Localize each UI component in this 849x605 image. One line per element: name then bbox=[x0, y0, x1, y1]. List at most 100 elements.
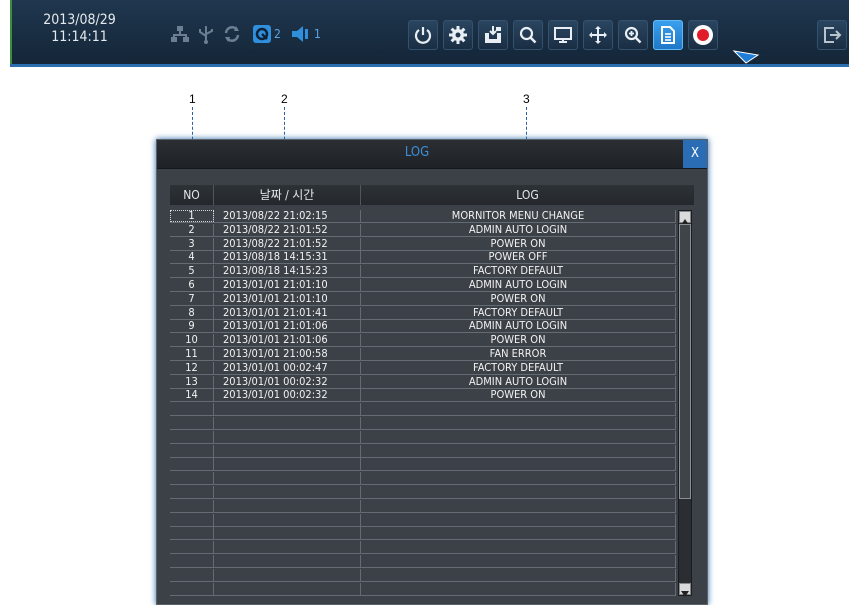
table-row[interactable]: 2 2013/08/22 21:01:52 ADMIN AUTO LOGIN bbox=[170, 223, 676, 237]
column-header-datetime[interactable]: 날짜 / 시간 bbox=[214, 185, 361, 205]
hdd-status: 2 bbox=[252, 24, 281, 44]
table-row[interactable]: 4 2013/08/18 14:15:31 POWER OFF bbox=[170, 251, 676, 265]
cell-log bbox=[361, 555, 676, 567]
monitor-icon bbox=[554, 27, 572, 43]
callout-2: 2 bbox=[281, 92, 288, 106]
mouse-cursor-icon bbox=[732, 50, 760, 64]
scrollbar-thumb[interactable] bbox=[679, 224, 691, 499]
cell-log bbox=[361, 499, 676, 512]
cell-no bbox=[170, 499, 214, 512]
cell-log: POWER OFF bbox=[361, 251, 676, 264]
cell-no bbox=[170, 458, 214, 471]
cell-no bbox=[170, 568, 214, 581]
cell-no bbox=[170, 472, 214, 485]
cell-log bbox=[361, 417, 676, 429]
cell-no: 14 bbox=[170, 389, 214, 402]
table-body: 1 2013/08/22 21:02:15 MORNITOR MENU CHANGE… bbox=[170, 210, 676, 596]
table-row[interactable]: 12 2013/01/01 00:02:47 FACTORY DEFAULT bbox=[170, 361, 676, 375]
table-row[interactable]: 9 2013/01/01 21:01:06 ADMIN AUTO LOGIN bbox=[170, 320, 676, 334]
dialog-titlebar[interactable]: LOG X bbox=[157, 140, 707, 169]
power-icon bbox=[414, 27, 432, 44]
move-icon bbox=[589, 26, 607, 44]
cell-no: 3 bbox=[170, 237, 214, 250]
cell-log: POWER ON bbox=[361, 334, 676, 347]
usb-icon bbox=[196, 24, 216, 44]
save-button[interactable] bbox=[478, 20, 508, 50]
cell-datetime: 2013/01/01 21:01:41 bbox=[214, 306, 361, 319]
table-row[interactable]: 11 2013/01/01 21:00:58 FAN ERROR bbox=[170, 348, 676, 361]
zoom-button[interactable] bbox=[618, 20, 648, 50]
table-row[interactable]: 10 2013/01/01 21:01:06 POWER ON bbox=[170, 334, 676, 348]
monitor-button[interactable] bbox=[548, 20, 578, 50]
cell-datetime: 2013/01/01 21:01:06 bbox=[214, 334, 361, 347]
cell-no: 4 bbox=[170, 251, 214, 264]
cell-datetime bbox=[214, 541, 361, 554]
cell-datetime bbox=[214, 486, 361, 498]
record-button[interactable] bbox=[688, 20, 718, 50]
table-row[interactable]: 6 2013/01/01 21:01:10 ADMIN AUTO LOGIN bbox=[170, 279, 676, 292]
cell-datetime: 2013/01/01 00:02:32 bbox=[214, 375, 361, 388]
cell-datetime bbox=[214, 458, 361, 471]
cell-no: 11 bbox=[170, 348, 214, 360]
zoom-icon bbox=[624, 26, 642, 44]
toolbar-divider bbox=[10, 64, 849, 67]
empty-table-row bbox=[170, 555, 676, 568]
exit-button[interactable] bbox=[817, 20, 847, 50]
gear-icon bbox=[449, 26, 467, 44]
date-text: 2013/08/29 bbox=[43, 12, 116, 28]
log-dialog: LOG X NO 날짜 / 시간 LOG 1 2013/08/22 21:02:1… bbox=[156, 139, 708, 605]
table-row[interactable]: 3 2013/08/22 21:01:52 POWER ON bbox=[170, 237, 676, 251]
move-button[interactable] bbox=[583, 20, 613, 50]
audio-count: 1 bbox=[314, 27, 321, 41]
cell-no: 1 bbox=[170, 210, 214, 222]
exit-icon bbox=[824, 27, 842, 43]
datetime-display: 2013/08/29 11:14:11 bbox=[22, 12, 137, 46]
scroll-up-button[interactable] bbox=[679, 211, 691, 225]
cell-no bbox=[170, 555, 214, 567]
cell-log: FACTORY DEFAULT bbox=[361, 306, 676, 319]
cell-datetime: 2013/08/18 14:15:31 bbox=[214, 251, 361, 264]
log-button[interactable] bbox=[653, 20, 683, 50]
table-row[interactable]: 7 2013/01/01 21:01:10 POWER ON bbox=[170, 292, 676, 306]
cell-log bbox=[361, 444, 676, 457]
cell-datetime: 2013/01/01 21:01:10 bbox=[214, 279, 361, 291]
vertical-scrollbar[interactable] bbox=[678, 210, 692, 597]
dialog-title: LOG bbox=[404, 145, 430, 160]
cell-no bbox=[170, 513, 214, 526]
hdd-icon bbox=[253, 25, 271, 43]
cell-datetime: 2013/08/22 21:01:52 bbox=[214, 223, 361, 236]
column-header-no[interactable]: NO bbox=[170, 185, 214, 205]
cell-log bbox=[361, 541, 676, 554]
table-row[interactable]: 5 2013/08/18 14:15:23 FACTORY DEFAULT bbox=[170, 265, 676, 279]
empty-table-row bbox=[170, 582, 676, 596]
callout-3: 3 bbox=[523, 92, 530, 106]
table-row[interactable]: 8 2013/01/01 21:01:41 FACTORY DEFAULT bbox=[170, 306, 676, 320]
cell-no: 13 bbox=[170, 375, 214, 388]
cell-log bbox=[361, 486, 676, 498]
cell-log bbox=[361, 472, 676, 485]
hdd-count: 2 bbox=[274, 27, 281, 41]
log-table: NO 날짜 / 시간 LOG 1 2013/08/22 21:02:15 MORNI… bbox=[170, 185, 694, 597]
cell-no: 8 bbox=[170, 306, 214, 319]
search-button[interactable] bbox=[513, 20, 543, 50]
table-row[interactable]: 13 2013/01/01 00:02:32 ADMIN AUTO LOGIN bbox=[170, 375, 676, 389]
cell-no: 2 bbox=[170, 223, 214, 236]
column-header-log[interactable]: LOG bbox=[361, 185, 694, 205]
cell-log: FAN ERROR bbox=[361, 348, 676, 360]
table-row[interactable]: 14 2013/01/01 00:02:32 POWER ON bbox=[170, 389, 676, 403]
settings-button[interactable] bbox=[443, 20, 473, 50]
cell-log bbox=[361, 513, 676, 526]
scroll-down-button[interactable] bbox=[679, 583, 691, 597]
cell-log: FACTORY DEFAULT bbox=[361, 265, 676, 278]
cell-datetime bbox=[214, 499, 361, 512]
power-button[interactable] bbox=[408, 20, 438, 50]
cell-datetime: 2013/08/18 14:15:23 bbox=[214, 265, 361, 278]
cell-datetime bbox=[214, 513, 361, 526]
cell-no: 12 bbox=[170, 361, 214, 374]
table-row[interactable]: 1 2013/08/22 21:02:15 MORNITOR MENU CHANGE bbox=[170, 210, 676, 223]
cell-no bbox=[170, 403, 214, 416]
close-button[interactable]: X bbox=[683, 140, 707, 168]
search-icon bbox=[519, 26, 537, 44]
cell-log bbox=[361, 568, 676, 581]
cell-datetime bbox=[214, 417, 361, 429]
